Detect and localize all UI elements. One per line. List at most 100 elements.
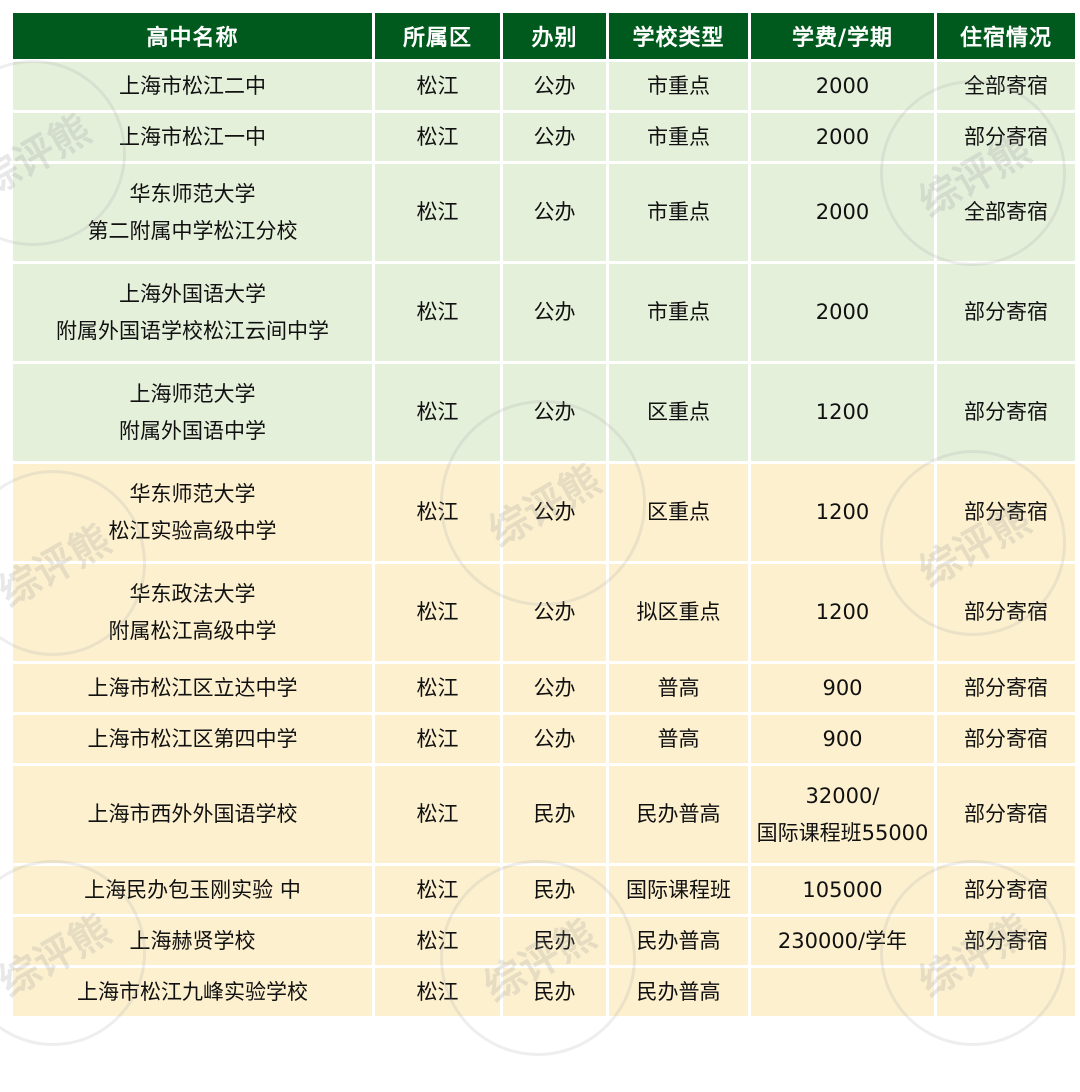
cell-district: 松江 bbox=[375, 968, 500, 1016]
cell-tuition: 230000/学年 bbox=[751, 917, 934, 965]
cell-district: 松江 bbox=[375, 62, 500, 110]
cell-school-name-line: 上海外国语大学 bbox=[119, 281, 266, 306]
table-row: 上海师范大学 附属外国语中学 松江 公办 区重点 1200 部分寄宿 bbox=[13, 364, 1075, 461]
cell-ownership: 公办 bbox=[503, 164, 606, 261]
cell-school-name: 华东师范大学 松江实验高级中学 bbox=[13, 464, 372, 561]
cell-boarding: 部分寄宿 bbox=[937, 715, 1075, 763]
cell-school-type: 市重点 bbox=[609, 164, 748, 261]
cell-school-name-line: 松江实验高级中学 bbox=[108, 518, 277, 543]
cell-tuition: 1200 bbox=[751, 364, 934, 461]
cell-tuition: 1200 bbox=[751, 464, 934, 561]
cell-school-name: 上海外国语大学附属外国语学校松江云间中学 bbox=[13, 264, 372, 361]
cell-tuition-line: 900 bbox=[822, 675, 863, 700]
cell-school-name: 华东师范大学 第二附属中学松江分校 bbox=[13, 164, 372, 261]
header-tuition: 学费/学期 bbox=[751, 13, 934, 59]
cell-ownership: 公办 bbox=[503, 715, 606, 763]
cell-tuition-line: 230000/学年 bbox=[777, 928, 908, 953]
cell-school-type: 民办普高 bbox=[609, 917, 748, 965]
cell-school-name-line: 上海师范大学 bbox=[129, 381, 256, 406]
table-row: 上海赫贤学校 松江 民办 民办普高 230000/学年 部分寄宿 bbox=[13, 917, 1075, 965]
cell-district: 松江 bbox=[375, 364, 500, 461]
cell-school-name: 上海市松江九峰实验学校 bbox=[13, 968, 372, 1016]
cell-school-name: 上海师范大学 附属外国语中学 bbox=[13, 364, 372, 461]
cell-boarding: 部分寄宿 bbox=[937, 766, 1075, 863]
cell-tuition: 900 bbox=[751, 715, 934, 763]
cell-boarding: 部分寄宿 bbox=[937, 917, 1075, 965]
header-row: 高中名称 所属区 办别 学校类型 学费/学期 住宿情况 bbox=[13, 13, 1075, 59]
cell-tuition-line: 900 bbox=[822, 726, 863, 751]
table-row: 上海外国语大学 附属外国语学校松江云间中学 松江 公办 市重点 2000 部分寄宿 bbox=[13, 264, 1075, 361]
cell-ownership: 民办 bbox=[503, 917, 606, 965]
cell-tuition bbox=[751, 968, 934, 1016]
cell-school-name-line: 华东师范大学 bbox=[129, 481, 256, 506]
school-table: 高中名称 所属区 办别 学校类型 学费/学期 住宿情况 上海市松江二中 松江 公办市… bbox=[10, 10, 1078, 1019]
cell-school-type: 普高 bbox=[609, 664, 748, 712]
cell-boarding: 部分寄宿 bbox=[937, 113, 1075, 161]
header-ownership: 办别 bbox=[503, 13, 606, 59]
cell-tuition: 32000/国际课程班55000 bbox=[751, 766, 934, 863]
cell-tuition-line: 1200 bbox=[815, 500, 870, 524]
cell-district: 松江 bbox=[375, 464, 500, 561]
cell-tuition-line: 32000/ bbox=[805, 783, 880, 808]
cell-district: 松江 bbox=[375, 264, 500, 361]
cell-school-name: 上海市松江区立达中学 bbox=[13, 664, 372, 712]
cell-ownership: 民办 bbox=[503, 968, 606, 1016]
cell-school-type: 区重点 bbox=[609, 364, 748, 461]
cell-tuition: 2000 bbox=[751, 113, 934, 161]
cell-tuition: 1200 bbox=[751, 564, 934, 661]
cell-tuition-line: 1200 bbox=[815, 400, 870, 424]
table-row: 上海民办包玉刚实验 中 松江 民办 国际课程班 105000 部分寄宿 bbox=[13, 866, 1075, 914]
cell-school-name-line: 附属外国语学校松江云间中学 bbox=[56, 318, 329, 343]
table-row: 上海市松江九峰实验学校 松江 民办 民办普高 bbox=[13, 968, 1075, 1016]
cell-district: 松江 bbox=[375, 164, 500, 261]
cell-tuition-line: 2000 bbox=[815, 124, 870, 149]
table-row: 上海市松江二中 松江 公办 市重点 2000 全部寄宿 bbox=[13, 62, 1075, 110]
cell-boarding: 部分寄宿 bbox=[937, 564, 1075, 661]
cell-ownership: 公办 bbox=[503, 264, 606, 361]
cell-tuition-line: 2000 bbox=[815, 200, 870, 224]
cell-school-name-line: 上海市松江区立达中学 bbox=[87, 675, 298, 700]
cell-school-name-line: 上海赫贤学校 bbox=[129, 928, 256, 953]
cell-school-name: 上海市西外外国语学校 bbox=[13, 766, 372, 863]
cell-boarding bbox=[937, 968, 1075, 1016]
cell-ownership: 公办 bbox=[503, 113, 606, 161]
table-row: 上海市西外外国语学校 松江 民办 民办普高 32000/国际课程班55000 部分寄宿 bbox=[13, 766, 1075, 863]
table-row: 上海市松江一中 松江 公办 市重点 2000 部分寄宿 bbox=[13, 113, 1075, 161]
cell-ownership: 公办 bbox=[503, 364, 606, 461]
cell-school-type: 市重点 bbox=[609, 62, 748, 110]
cell-boarding: 全部寄宿 bbox=[937, 62, 1075, 110]
cell-tuition-line: 1200 bbox=[815, 600, 870, 624]
cell-school-name-line: 华东政法大学 bbox=[129, 581, 256, 606]
cell-school-type: 区重点 bbox=[609, 464, 748, 561]
cell-school-type: 市重点 bbox=[609, 113, 748, 161]
cell-school-name-line: 附属外国语中学 bbox=[119, 418, 266, 443]
school-table-container: 高中名称 所属区 办别 学校类型 学费/学期 住宿情况 上海市松江二中 松江 公办市… bbox=[10, 10, 1075, 1019]
cell-school-type: 国际课程班 bbox=[609, 866, 748, 914]
cell-school-name-line: 上海市松江区第四中学 bbox=[87, 726, 298, 751]
cell-district: 松江 bbox=[375, 564, 500, 661]
cell-tuition: 105000 bbox=[751, 866, 934, 914]
cell-ownership: 公办 bbox=[503, 62, 606, 110]
cell-boarding: 部分寄宿 bbox=[937, 464, 1075, 561]
table-row: 上海市松江区第四中学 松江 公办 普高 900 部分寄宿 bbox=[13, 715, 1075, 763]
cell-district: 松江 bbox=[375, 917, 500, 965]
cell-district: 松江 bbox=[375, 766, 500, 863]
cell-boarding: 部分寄宿 bbox=[937, 664, 1075, 712]
cell-tuition-line: 国际课程班55000 bbox=[756, 820, 929, 845]
cell-tuition-line: 2000 bbox=[815, 73, 870, 98]
cell-boarding: 部分寄宿 bbox=[937, 264, 1075, 361]
cell-school-name: 上海市松江一中 bbox=[13, 113, 372, 161]
cell-school-name-line: 上海市松江二中 bbox=[119, 73, 266, 98]
cell-tuition: 2000 bbox=[751, 264, 934, 361]
cell-school-name: 上海市松江区第四中学 bbox=[13, 715, 372, 763]
header-district: 所属区 bbox=[375, 13, 500, 59]
cell-school-name: 上海市松江二中 bbox=[13, 62, 372, 110]
cell-ownership: 公办 bbox=[503, 664, 606, 712]
cell-school-name: 上海民办包玉刚实验 中 bbox=[13, 866, 372, 914]
cell-boarding: 部分寄宿 bbox=[937, 364, 1075, 461]
cell-school-name-line: 附属松江高级中学 bbox=[108, 618, 277, 643]
cell-school-name: 华东政法大学 附属松江高级中学 bbox=[13, 564, 372, 661]
cell-ownership: 民办 bbox=[503, 766, 606, 863]
cell-boarding: 部分寄宿 bbox=[937, 866, 1075, 914]
header-school-name: 高中名称 bbox=[13, 13, 372, 59]
